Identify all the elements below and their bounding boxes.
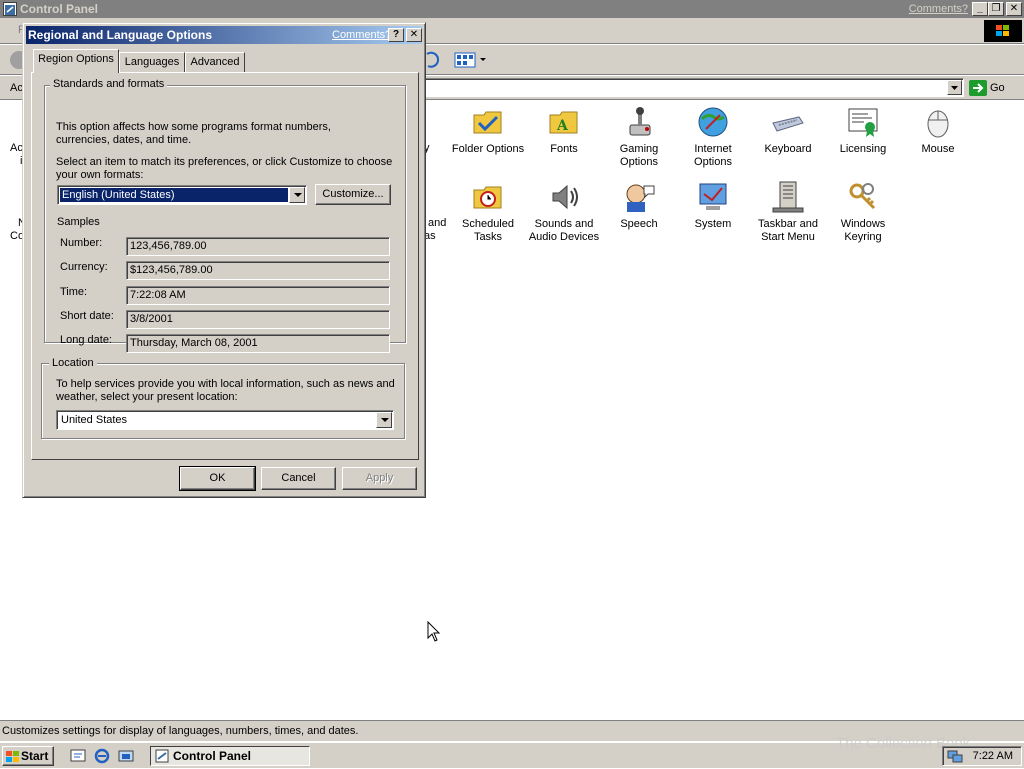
dialog-close-button[interactable]: ✕: [406, 28, 422, 42]
clock[interactable]: 7:22 AM: [973, 750, 1013, 762]
restore-button[interactable]: ❐: [988, 2, 1004, 16]
sounds-icon: [547, 180, 581, 214]
cp-item-scheduled-tasks[interactable]: Scheduled Tasks: [450, 180, 526, 244]
sample-time-label: Time:: [60, 286, 88, 298]
go-arrow-icon: [969, 80, 987, 96]
cancel-button[interactable]: Cancel: [261, 467, 336, 490]
sample-currency-label: Currency:: [60, 261, 108, 273]
dialog-title: Regional and Language Options: [28, 28, 213, 42]
start-button[interactable]: Start: [2, 746, 54, 766]
internet-options-icon: [696, 105, 730, 139]
cp-item-windows-keyring[interactable]: Windows Keyring: [825, 180, 901, 244]
system-tray: 7:22 AM: [942, 746, 1022, 766]
dialog-titlebar: Regional and Language Options Comments? …: [26, 26, 422, 44]
close-button[interactable]: ✕: [1006, 2, 1022, 16]
cp-item-mouse[interactable]: Mouse: [900, 105, 976, 156]
history-icon[interactable]: [424, 50, 440, 73]
cp-item-licensing[interactable]: Licensing: [825, 105, 901, 156]
tab-region-options[interactable]: Region Options: [33, 49, 119, 73]
sample-long-date-value: Thursday, March 08, 2001: [126, 334, 390, 353]
control-panel-task-icon: [155, 749, 169, 768]
folder-options-icon: [471, 105, 505, 139]
go-button[interactable]: Go: [966, 78, 1016, 98]
mouse-icon: [921, 105, 955, 139]
cp-item-gaming-options[interactable]: Gaming Options: [601, 105, 677, 169]
customize-button[interactable]: Customize...: [315, 184, 391, 205]
control-panel-window-icon: [3, 2, 17, 16]
licensing-icon: [846, 105, 880, 139]
sample-long-date-label: Long date:: [60, 334, 112, 346]
status-text: Customizes settings for display of langu…: [2, 725, 359, 737]
svg-text:A: A: [556, 118, 569, 134]
go-label: Go: [990, 82, 1005, 94]
speech-icon: [622, 180, 656, 214]
sample-number-value: 123,456,789.00: [126, 237, 390, 256]
cp-item-fonts[interactable]: A Fonts: [526, 105, 602, 156]
taskbar: Start Control Panel The Collection Book …: [0, 735, 1024, 768]
address-input[interactable]: [424, 78, 964, 97]
views-icon[interactable]: [454, 51, 490, 72]
windows-logo: [984, 20, 1022, 42]
select-prompt: Select an item to match its preferences,…: [56, 156, 393, 181]
location-group-label: Location: [49, 357, 97, 370]
sample-time-value: 7:22:08 AM: [126, 286, 390, 305]
apply-button[interactable]: Apply: [342, 467, 417, 490]
quicklaunch-desktop-icon[interactable]: [70, 748, 86, 767]
partial-item-label: Ac: [10, 142, 23, 154]
taskbar-icon: [771, 180, 805, 214]
fonts-icon: A: [547, 105, 581, 139]
partial-item-label: and: [428, 217, 447, 229]
sample-short-date-value: 3/8/2001: [126, 310, 390, 329]
network-tray-icon[interactable]: [947, 749, 963, 769]
sample-short-date-label: Short date:: [60, 310, 114, 322]
cp-item-system[interactable]: System: [675, 180, 751, 231]
system-icon: [696, 180, 730, 214]
standards-group-label: Standards and formats: [50, 78, 168, 91]
cp-item-speech[interactable]: Speech: [601, 180, 677, 231]
sample-currency-value: $123,456,789.00: [126, 261, 390, 280]
address-label: Ac: [10, 82, 23, 94]
cp-item-taskbar[interactable]: Taskbar and Start Menu: [750, 180, 826, 244]
location-select-value: United States: [61, 414, 128, 426]
sample-number-label: Number:: [60, 237, 103, 249]
format-select-value: English (United States): [59, 187, 289, 203]
dialog-comments-link[interactable]: Comments?: [332, 28, 391, 42]
address-dropdown-icon[interactable]: [947, 80, 962, 95]
tab-languages[interactable]: Languages: [119, 52, 185, 72]
start-label: Start: [21, 749, 49, 763]
samples-label: Samples: [57, 216, 100, 228]
control-panel-titlebar: Control Panel: [0, 0, 1024, 18]
format-select[interactable]: English (United States): [57, 185, 307, 205]
ok-button[interactable]: OK: [179, 466, 256, 491]
regional-options-dialog: Regional and Language Options Comments? …: [22, 22, 426, 498]
mouse-cursor-icon: [427, 621, 441, 642]
cp-item-keyboard[interactable]: Keyboard: [750, 105, 826, 156]
gaming-options-icon: [622, 105, 656, 139]
tab-advanced[interactable]: Advanced: [185, 52, 245, 72]
minimize-button[interactable]: _: [972, 2, 988, 16]
standards-description: This option affects how some programs fo…: [56, 121, 331, 146]
main-comments-link[interactable]: Comments?: [909, 2, 968, 16]
format-dropdown-arrow-icon[interactable]: [289, 187, 305, 203]
task-control-panel[interactable]: Control Panel: [150, 746, 310, 766]
cp-item-internet-options[interactable]: Internet Options: [675, 105, 751, 169]
location-dropdown-arrow-icon[interactable]: [376, 412, 392, 428]
scheduled-tasks-icon: [471, 180, 505, 214]
keyboard-icon: [771, 105, 805, 139]
cp-item-folder-options[interactable]: Folder Options: [450, 105, 526, 156]
windows-flag-icon: [6, 750, 20, 768]
location-description: To help services provide you with local …: [56, 378, 395, 403]
control-panel-title: Control Panel: [20, 2, 99, 16]
quicklaunch-explorer-icon[interactable]: [118, 748, 134, 767]
quicklaunch-ie-icon[interactable]: [94, 748, 110, 767]
dialog-help-button[interactable]: ?: [388, 28, 404, 42]
cp-item-sounds[interactable]: Sounds and Audio Devices: [526, 180, 602, 244]
keyring-icon: [846, 180, 880, 214]
location-select[interactable]: United States: [56, 410, 394, 430]
